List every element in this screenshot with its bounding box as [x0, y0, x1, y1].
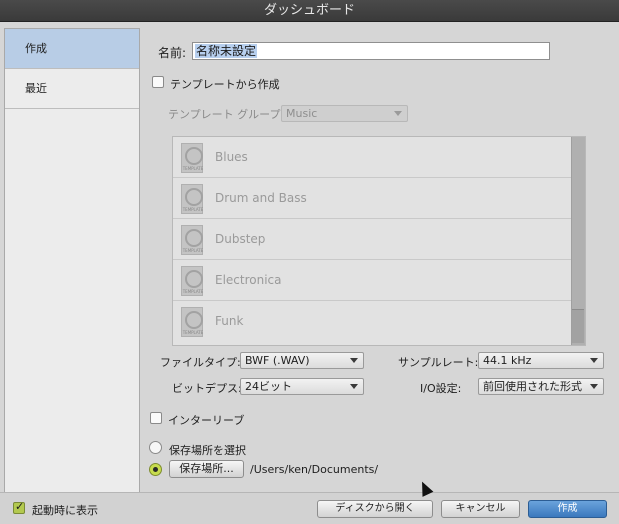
- name-input[interactable]: 名称未設定: [192, 42, 550, 60]
- template-item-blues[interactable]: Blues: [173, 137, 571, 178]
- interleave-checkbox[interactable]: [150, 412, 162, 424]
- template-list-scrollbar[interactable]: [571, 137, 585, 345]
- sample-rate-value: 44.1 kHz: [483, 354, 532, 367]
- chevron-down-icon: [350, 358, 358, 363]
- bit-depth-select[interactable]: 24ビット: [240, 378, 364, 395]
- window-title: ダッシュボード: [0, 0, 619, 22]
- chevron-down-icon: [394, 111, 402, 116]
- chevron-down-icon: [590, 384, 598, 389]
- location-button[interactable]: 保存場所...: [169, 460, 244, 478]
- location-radio[interactable]: [149, 463, 162, 476]
- file-type-select[interactable]: BWF (.WAV): [240, 352, 364, 369]
- sample-rate-select[interactable]: 44.1 kHz: [478, 352, 604, 369]
- template-name: Electronica: [215, 273, 282, 287]
- template-icon: [181, 184, 204, 214]
- template-list[interactable]: Blues Drum and Bass Dubstep Electronica …: [172, 136, 586, 346]
- io-label: I/O設定:: [420, 382, 462, 395]
- io-value: 前回使用された形式: [483, 380, 582, 393]
- sidebar-item-recent[interactable]: 最近: [5, 69, 139, 109]
- template-item-electronica[interactable]: Electronica: [173, 260, 571, 301]
- template-name: Dubstep: [215, 232, 266, 246]
- name-value: 名称未設定: [195, 44, 258, 58]
- dashboard-window: 作成 最近 名前: 名称未設定 テンプレートから作成 テンプレート グループ: …: [0, 22, 619, 524]
- template-icon: [181, 266, 204, 296]
- template-item-funk[interactable]: Funk: [173, 301, 571, 342]
- location-path: /Users/ken/Documents/: [250, 463, 379, 476]
- template-icon: [181, 143, 204, 173]
- show-on-startup-checkbox[interactable]: [13, 500, 25, 514]
- template-item-drum-and-bass[interactable]: Drum and Bass: [173, 178, 571, 219]
- name-label: 名前:: [158, 46, 187, 60]
- choose-location-radio[interactable]: [149, 441, 162, 454]
- file-type-value: BWF (.WAV): [245, 354, 310, 367]
- chevron-down-icon: [590, 358, 598, 363]
- open-from-disk-button[interactable]: ディスクから開く: [317, 500, 433, 518]
- file-type-label: ファイルタイプ:: [160, 356, 241, 369]
- sample-rate-label: サンプルレート:: [398, 356, 479, 369]
- template-group-label: テンプレート グループ:: [168, 108, 285, 121]
- template-name: Blues: [215, 150, 248, 164]
- create-panel: 名前: 名称未設定 テンプレートから作成 テンプレート グループ: Music …: [140, 28, 616, 504]
- template-icon: [181, 225, 204, 255]
- template-group-select[interactable]: Music: [281, 105, 408, 122]
- io-select[interactable]: 前回使用された形式: [478, 378, 604, 395]
- sidebar: 作成 最近: [4, 28, 140, 504]
- template-item-dubstep[interactable]: Dubstep: [173, 219, 571, 260]
- choose-location-label: 保存場所を選択: [169, 444, 246, 457]
- template-name: Funk: [215, 314, 244, 328]
- template-group-value: Music: [286, 107, 318, 120]
- show-on-startup-label: 起動時に表示: [32, 504, 98, 517]
- interleave-label: インターリーブ: [168, 414, 245, 427]
- scroll-thumb[interactable]: [572, 309, 584, 343]
- sidebar-item-create[interactable]: 作成: [5, 29, 139, 69]
- bit-depth-value: 24ビット: [245, 380, 292, 393]
- from-template-checkbox[interactable]: [152, 76, 164, 88]
- chevron-down-icon: [350, 384, 358, 389]
- cancel-button[interactable]: キャンセル: [441, 500, 520, 518]
- bit-depth-label: ビットデプス:: [172, 382, 242, 395]
- footer-bar: 起動時に表示 ディスクから開く キャンセル 作成: [0, 492, 619, 524]
- template-icon: [181, 307, 204, 337]
- create-button[interactable]: 作成: [528, 500, 607, 518]
- from-template-label: テンプレートから作成: [170, 78, 280, 91]
- template-name: Drum and Bass: [215, 191, 307, 205]
